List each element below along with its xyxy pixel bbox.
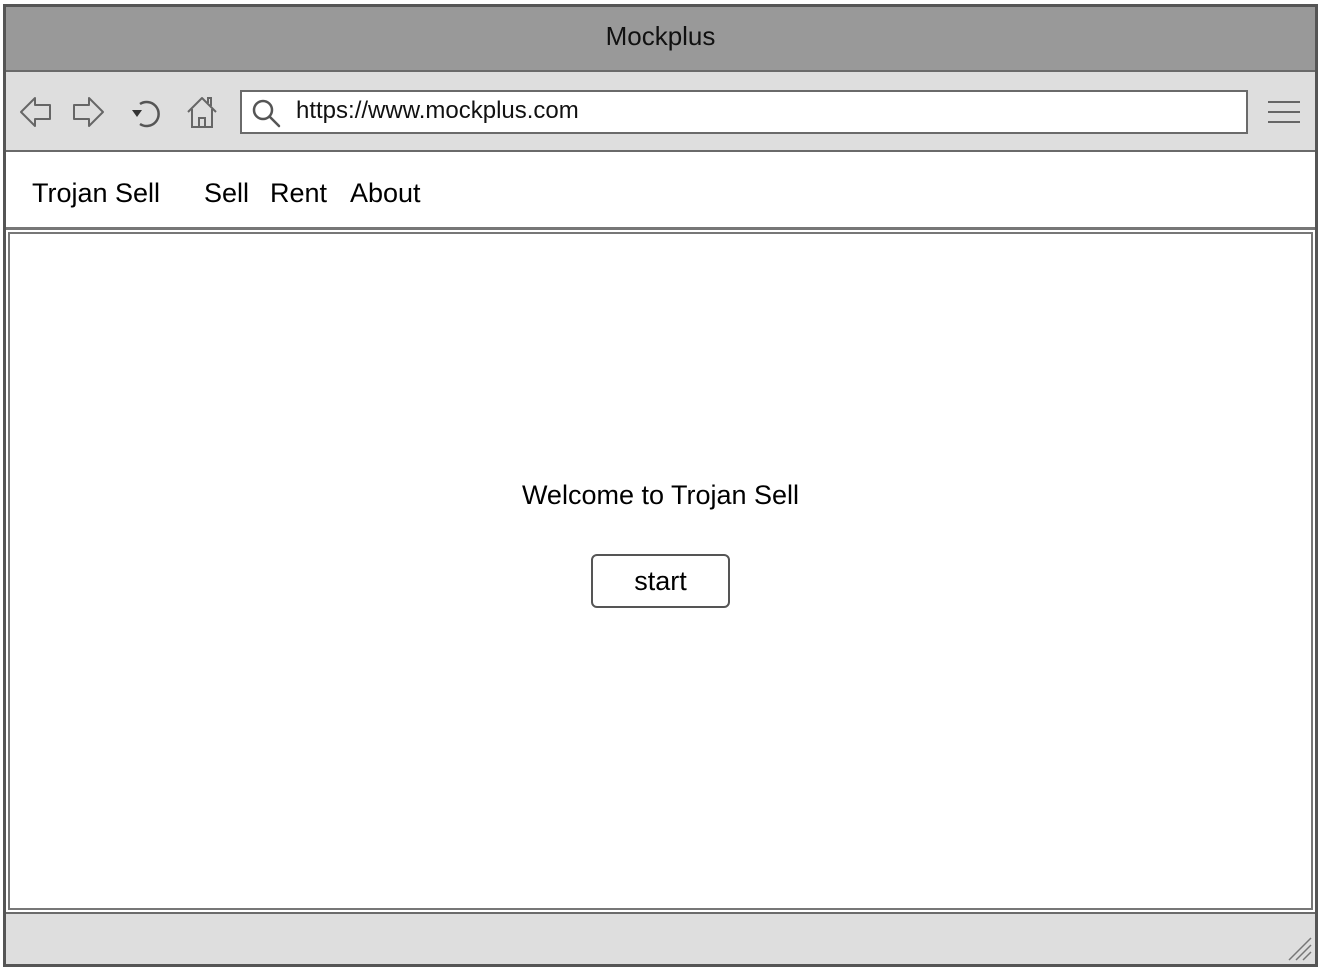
search-icon xyxy=(250,97,282,129)
browser-window: Mockplus https://www.mockplus.com Trojan… xyxy=(3,4,1318,967)
hamburger-menu-icon[interactable] xyxy=(1266,94,1302,130)
start-button[interactable]: start xyxy=(591,554,730,608)
main-content: Welcome to Trojan Sell start xyxy=(8,232,1313,910)
nav-link-sell[interactable]: Sell xyxy=(204,178,249,209)
url-text[interactable]: https://www.mockplus.com xyxy=(296,92,579,132)
welcome-text: Welcome to Trojan Sell xyxy=(521,480,800,510)
home-icon[interactable] xyxy=(184,94,220,130)
site-navbar: Trojan Sell Sell Rent About xyxy=(6,152,1315,230)
site-brand[interactable]: Trojan Sell xyxy=(32,178,160,209)
nav-link-about[interactable]: About xyxy=(350,178,421,209)
nav-link-rent[interactable]: Rent xyxy=(270,178,327,209)
address-bar[interactable]: https://www.mockplus.com xyxy=(240,90,1248,134)
reload-icon[interactable] xyxy=(128,94,164,130)
browser-toolbar: https://www.mockplus.com xyxy=(6,72,1315,152)
arrow-left-icon[interactable] xyxy=(18,94,54,130)
arrow-right-icon[interactable] xyxy=(70,94,106,130)
title-bar: Mockplus xyxy=(6,7,1315,72)
status-bar xyxy=(6,912,1315,964)
window-title: Mockplus xyxy=(605,21,716,51)
resize-grip-icon[interactable] xyxy=(1285,934,1313,962)
